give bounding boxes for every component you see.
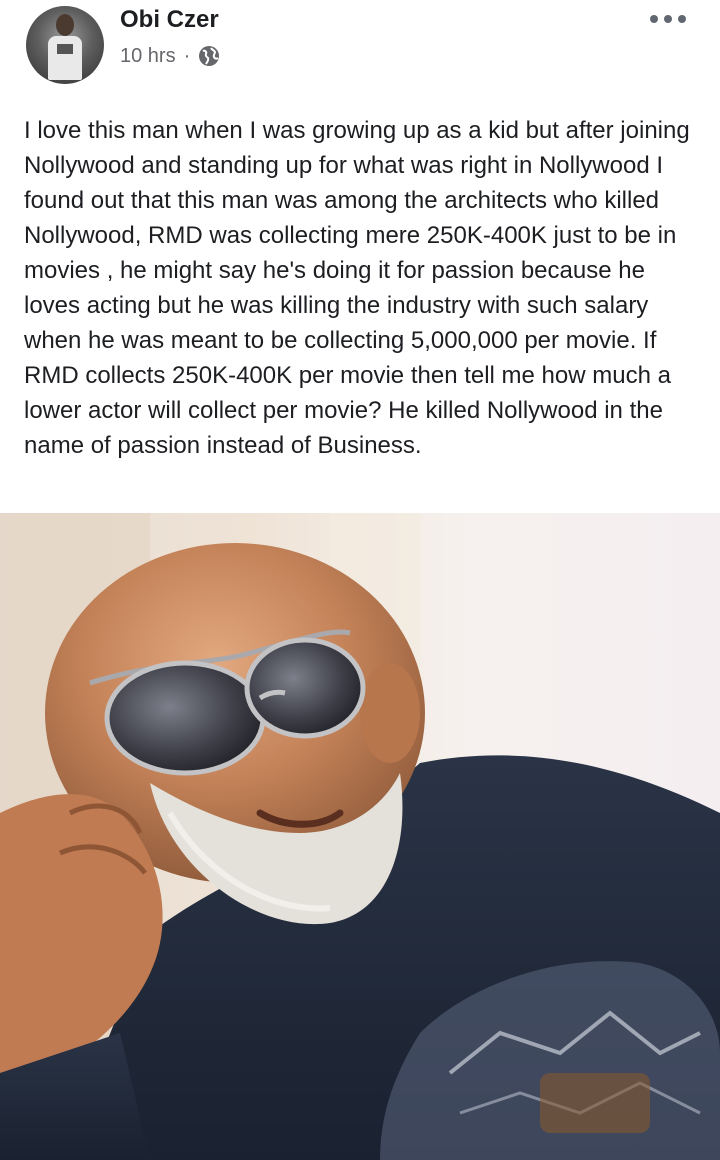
post-header: Obi Czer 10 hrs · xyxy=(0,0,720,100)
facebook-post: Obi Czer 10 hrs · I love this man when I… xyxy=(0,0,720,1160)
more-dot xyxy=(678,15,686,23)
post-time[interactable]: 10 hrs xyxy=(120,45,176,68)
author-avatar[interactable] xyxy=(26,6,104,84)
globe-icon[interactable] xyxy=(198,45,220,67)
post-meta: 10 hrs · xyxy=(120,42,220,70)
more-dot xyxy=(664,15,672,23)
more-dot xyxy=(650,15,658,23)
avatar-shirt xyxy=(48,36,82,80)
man-with-sunglasses-photo xyxy=(0,513,720,1160)
author-name[interactable]: Obi Czer xyxy=(120,6,219,34)
meta-separator: · xyxy=(183,44,191,67)
post-body-text: I love this man when I was growing up as… xyxy=(24,117,690,459)
more-options-icon[interactable] xyxy=(650,12,686,26)
avatar-shirt-logo xyxy=(57,44,73,54)
post-photo[interactable] xyxy=(0,513,720,1160)
avatar-head xyxy=(56,14,74,36)
